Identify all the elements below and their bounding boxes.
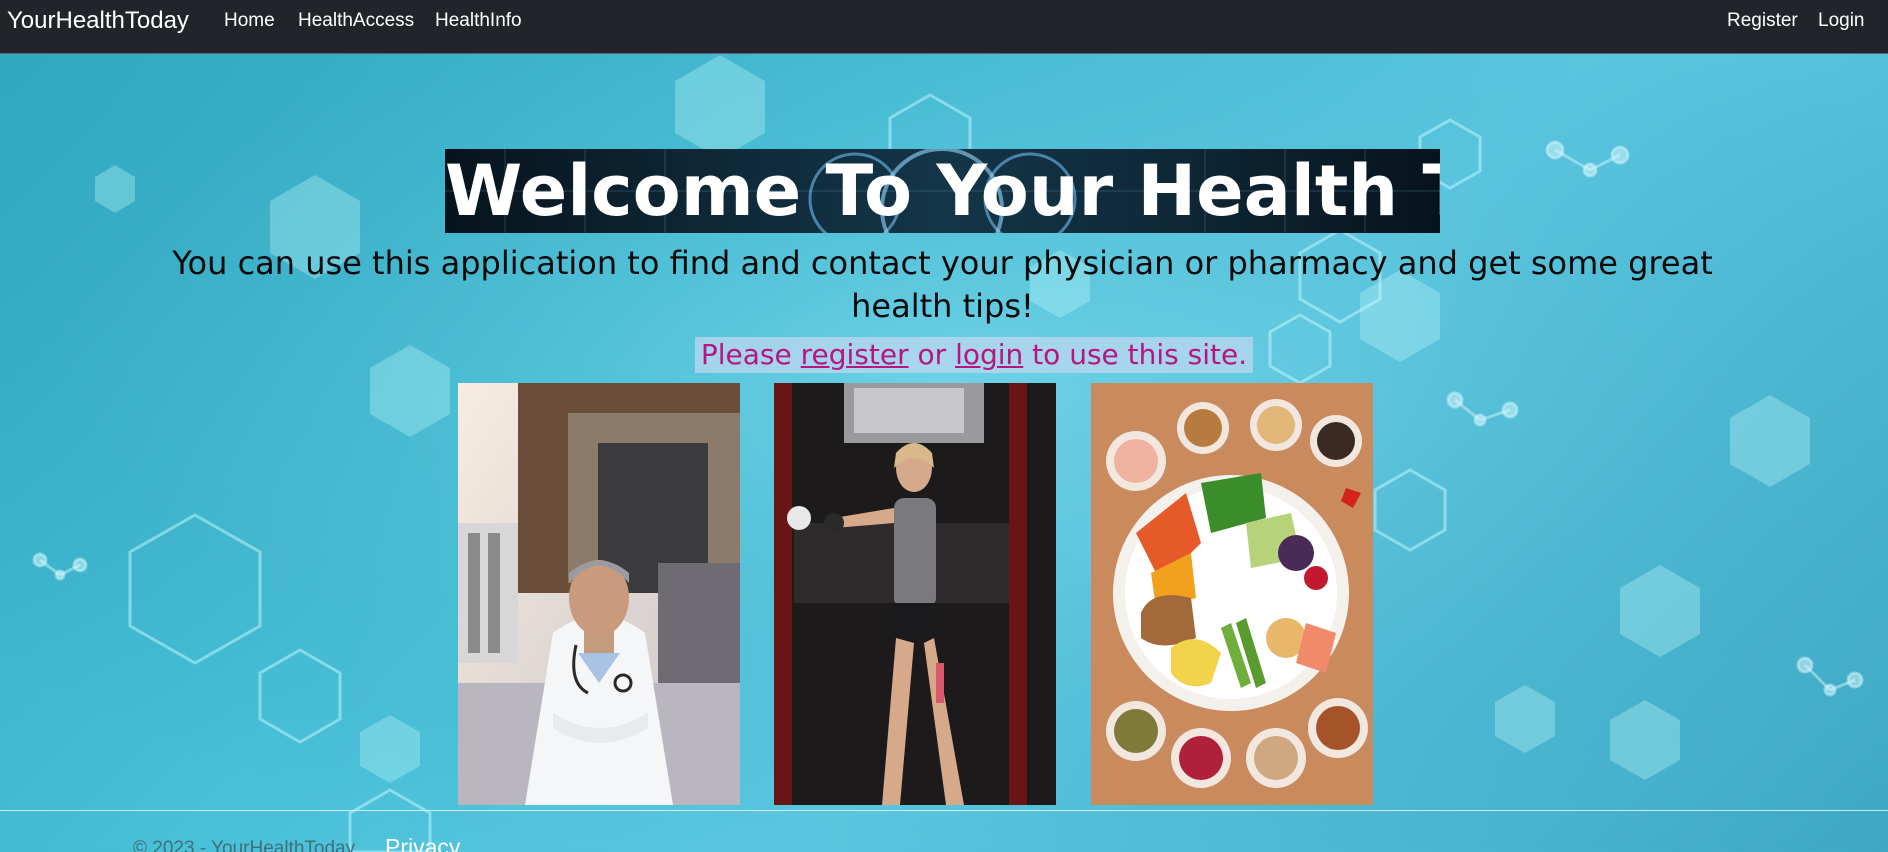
cta-middle-text: or xyxy=(908,338,956,371)
footer-privacy-link[interactable]: Privacy xyxy=(385,834,460,852)
footer-divider xyxy=(0,810,1888,811)
nav-link-register[interactable]: Register xyxy=(1727,10,1798,32)
workout-photo xyxy=(774,383,1056,805)
cta-prefix-text: Please xyxy=(700,338,801,371)
nav-link-home[interactable]: Home xyxy=(224,10,275,32)
page-title: Welcome To Your Health Today xyxy=(445,150,1440,232)
cta-login-link[interactable]: login xyxy=(955,338,1023,371)
nav-link-healthinfo[interactable]: HealthInfo xyxy=(435,10,522,32)
doctor-photo xyxy=(458,383,740,805)
nav-link-healthaccess[interactable]: HealthAccess xyxy=(298,10,414,32)
cta-register-link[interactable]: register xyxy=(801,338,909,371)
healthy-food-photo xyxy=(1091,383,1373,805)
footer-copyright: © 2023 - YourHealthToday xyxy=(133,838,356,852)
nav-link-login[interactable]: Login xyxy=(1818,10,1865,32)
hero-title-banner: Welcome To Your Health Today xyxy=(445,149,1440,233)
top-navbar: YourHealthToday Home HealthAccess Health… xyxy=(0,0,1888,54)
cta-suffix-text: to use this site. xyxy=(1023,338,1248,371)
hero-subtitle: You can use this application to find and… xyxy=(172,244,1713,325)
register-login-prompt: Please register or login to use this sit… xyxy=(695,337,1253,373)
brand-logo-link[interactable]: YourHealthToday xyxy=(7,7,189,35)
